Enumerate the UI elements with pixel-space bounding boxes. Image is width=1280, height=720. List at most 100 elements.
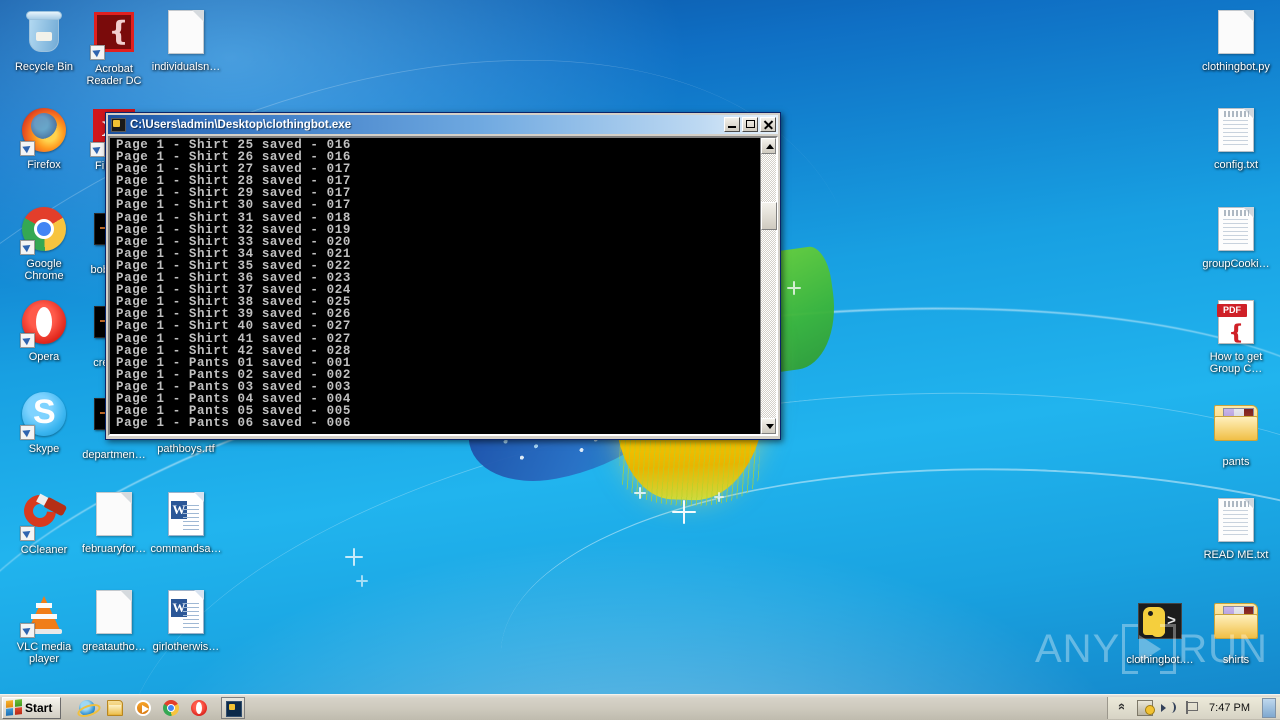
wallpaper-sparkle — [787, 281, 801, 295]
network-icon[interactable] — [1137, 699, 1156, 716]
console-window-icon — [111, 117, 126, 132]
desktop-icon-read-me-txt[interactable]: READ ME.txt — [1198, 496, 1274, 561]
desktop[interactable]: Recycle Bin ❴ Acrobat Reader DC individualsn… — [0, 0, 1280, 720]
desktop-icon-vlc-media-player[interactable]: VLC media player — [6, 588, 82, 665]
desktop-icon-shirts[interactable]: shirts — [1198, 596, 1274, 666]
recycle-bin-icon — [20, 10, 68, 58]
action-center-flag-icon[interactable] — [1183, 700, 1199, 716]
desktop-icon-individualsn[interactable]: individualsn… — [148, 8, 224, 73]
desktop-icon-label: clothingbot.… — [1126, 654, 1194, 666]
shortcut-overlay-icon — [20, 333, 35, 348]
desktop-icon-februaryfor[interactable]: februaryfor… — [76, 490, 152, 555]
task-button-area[interactable] — [217, 696, 246, 719]
wallpaper-sparkle — [345, 548, 363, 566]
console-line: Page 1 - Shirt 31 saved - 018 — [116, 210, 351, 225]
windows-explorer-icon — [107, 699, 124, 716]
desktop-icon-groupcooki[interactable]: groupCooki… — [1198, 205, 1274, 270]
shortcut-overlay-icon — [20, 141, 35, 156]
desktop-icon-skype[interactable]: S Skype — [6, 390, 82, 455]
wallpaper-swoosh-4 — [489, 441, 1280, 720]
desktop-icon-label: individualsn… — [151, 61, 221, 73]
desktop-icon-label: Skype — [28, 443, 60, 455]
pictures-folder-icon — [1212, 405, 1260, 453]
desktop-icon-clothingbot[interactable]: > clothingbot.… — [1122, 596, 1198, 666]
word-doc-icon: W — [162, 492, 210, 540]
desktop-icon-config-txt[interactable]: config.txt — [1198, 106, 1274, 171]
quick-launch-bar[interactable] — [71, 697, 211, 719]
shortcut-overlay-icon — [20, 526, 35, 541]
pictures-folder-icon — [1212, 603, 1260, 651]
console-line: Page 1 - Shirt 32 saved - 019 — [116, 222, 351, 237]
desktop-icon-label: Acrobat Reader DC — [86, 63, 142, 87]
taskbar[interactable]: Start 7:47 PM — [0, 694, 1280, 720]
windows-media-player-icon — [135, 699, 152, 716]
desktop-icon-clothingbot-py[interactable]: clothingbot.py — [1198, 8, 1274, 73]
desktop-icon-label: Firefox — [27, 159, 61, 171]
wallpaper-sparkle — [356, 575, 368, 587]
shortcut-overlay-icon — [20, 425, 35, 440]
shortcut-overlay-icon — [90, 45, 105, 60]
show-hidden-icons-icon[interactable] — [1114, 700, 1130, 716]
scroll-down-button[interactable] — [761, 418, 776, 434]
desktop-icon-acrobat-reader-dc[interactable]: ❴ Acrobat Reader DC — [76, 8, 152, 87]
desktop-icon-firefox[interactable]: Firefox — [6, 106, 82, 171]
desktop-icon-label: How to get Group C… — [1209, 351, 1263, 375]
desktop-icon-ccleaner[interactable]: CCleaner — [6, 488, 82, 556]
console-window[interactable]: C:\Users\admin\Desktop\clothingbot.exe P… — [105, 112, 781, 440]
desktop-icon-greatautho[interactable]: greatautho… — [76, 588, 152, 653]
console-title-bar[interactable]: C:\Users\admin\Desktop\clothingbot.exe — [108, 115, 778, 134]
close-button[interactable] — [760, 117, 776, 132]
python-exe-icon: > — [1136, 603, 1184, 651]
windows-logo-icon — [6, 699, 22, 716]
desktop-icon-label: Recycle Bin — [14, 61, 74, 73]
start-button-label: Start — [25, 700, 53, 715]
scrollbar-thumb[interactable] — [761, 202, 777, 230]
desktop-icon-opera[interactable]: Opera — [6, 298, 82, 363]
clock[interactable]: 7:47 PM — [1206, 702, 1253, 714]
taskbar-windows-media-player-icon[interactable] — [131, 697, 155, 719]
desktop-icon-google-chrome[interactable]: Google Chrome — [6, 205, 82, 282]
console-line: Page 1 - Shirt 30 saved - 017 — [116, 198, 351, 213]
taskbar-windows-explorer-icon[interactable] — [103, 697, 127, 719]
taskbar-google-chrome-icon[interactable] — [159, 697, 183, 719]
text-file-icon — [1212, 207, 1260, 255]
chrome-icon — [20, 207, 68, 255]
console-line: Page 1 - Pants 06 saved - 006 — [116, 416, 351, 431]
console-client-area: Page 1 - Shirt 25 saved - 016 Page 1 - Sh… — [108, 136, 778, 436]
vlc-icon — [20, 590, 68, 638]
blank-file-icon — [90, 590, 138, 638]
volume-icon[interactable] — [1160, 700, 1177, 716]
console-window-title: C:\Users\admin\Desktop\clothingbot.exe — [130, 118, 352, 131]
blank-file-icon — [90, 492, 138, 540]
system-tray[interactable]: 7:47 PM — [1107, 696, 1280, 719]
scroll-up-button[interactable] — [761, 138, 776, 154]
console-line: Page 1 - Shirt 40 saved - 027 — [116, 319, 351, 334]
console-line: Page 1 - Pants 01 saved - 001 — [116, 355, 351, 370]
shortcut-overlay-icon — [20, 623, 35, 638]
blank-file-icon — [162, 10, 210, 58]
taskbar-internet-explorer-icon[interactable] — [75, 697, 99, 719]
desktop-icon-label: READ ME.txt — [1203, 549, 1269, 561]
maximize-button[interactable] — [742, 117, 758, 132]
desktop-icon-label: shirts — [1222, 654, 1250, 666]
desktop-icon-recycle-bin[interactable]: Recycle Bin — [6, 8, 82, 73]
desktop-icon-label: pathboys.rtf — [157, 443, 215, 455]
text-file-icon — [1212, 108, 1260, 156]
ccleaner-icon — [17, 488, 68, 541]
minimize-button[interactable] — [724, 117, 740, 132]
desktop-icon-girlotherwis[interactable]: Wgirlotherwis… — [148, 588, 224, 653]
taskbar-clothingbot-console-task[interactable] — [221, 696, 246, 719]
console-output-text[interactable]: Page 1 - Shirt 25 saved - 016 Page 1 - Sh… — [110, 138, 760, 434]
start-button[interactable]: Start — [2, 696, 62, 719]
show-desktop-button[interactable] — [1262, 697, 1276, 718]
console-vertical-scrollbar[interactable] — [760, 138, 777, 434]
opera-icon — [191, 699, 208, 716]
desktop-icon-pants[interactable]: pants — [1198, 398, 1274, 468]
shortcut-overlay-icon — [20, 240, 35, 255]
scrollbar-track[interactable] — [761, 154, 777, 418]
taskbar-opera-icon[interactable] — [187, 697, 211, 719]
desktop-icon-how-to-get-group-c[interactable]: PDF ❴ How to get Group C… — [1198, 298, 1274, 375]
desktop-icon-commandsa[interactable]: Wcommandsa… — [148, 490, 224, 555]
desktop-icon-label: greatautho… — [82, 641, 146, 653]
desktop-icon-label: groupCooki… — [1202, 258, 1270, 270]
